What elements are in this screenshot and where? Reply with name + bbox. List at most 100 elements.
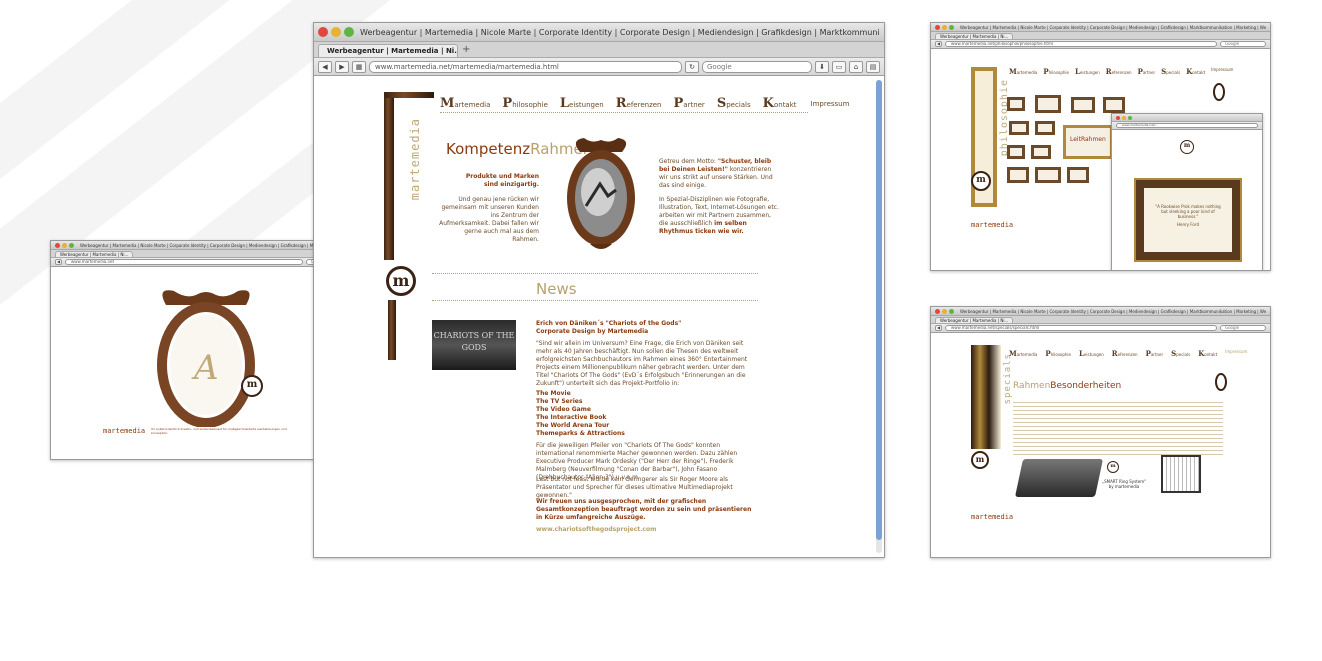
minimize-icon[interactable]	[942, 24, 947, 30]
intro-bold: Produkte und Marken sind einzigartig.	[465, 173, 539, 188]
decorative-frame-bar	[388, 300, 396, 360]
search-field[interactable]: Google	[702, 60, 812, 73]
logo-badge: m	[971, 451, 989, 469]
nav-item-referenzen[interactable]: Referenzen	[1112, 349, 1138, 358]
nav-item-referenzen[interactable]: Referenzen	[1106, 67, 1132, 76]
nav-item-kontakt[interactable]: Kontakt	[763, 96, 797, 111]
browser-tab[interactable]: Werbeagentur | Martemedia | Ni...	[935, 317, 1014, 323]
news-paragraph-4: Wir freuen uns ausgesprochen, mit der gr…	[536, 498, 752, 521]
list-item: The Video Game	[536, 406, 591, 413]
nav-item-kontakt[interactable]: Kontakt	[1186, 67, 1205, 76]
list-item: The Interactive Book	[536, 414, 607, 421]
nav-item-partner[interactable]: Partner	[1138, 67, 1156, 76]
close-icon[interactable]	[1116, 115, 1120, 120]
title-bar: Werbeagentur | Martemedia | Nicole Marte…	[51, 241, 350, 250]
browser-tab[interactable]: Werbeagentur | Martemedia | Ni...	[935, 33, 1014, 39]
decorative-frame-bar	[971, 345, 1001, 449]
home-icon[interactable]: ⌂	[849, 60, 863, 73]
close-icon[interactable]	[55, 242, 60, 248]
tab-bar: Werbeagentur | Martemedia | Ni...	[931, 316, 1270, 324]
page-content: martemedia m Martemedia Philosophie Leis…	[314, 78, 884, 557]
download-icon[interactable]: ⬇	[815, 60, 829, 73]
url-field[interactable]: www.martemedia.net/martemedia/martemedia…	[369, 60, 682, 73]
url-field[interactable]: www.martemedia.net	[65, 259, 303, 265]
nav-item-impressum[interactable]: Impressum	[1211, 67, 1233, 76]
forward-button[interactable]: ▶	[335, 60, 349, 73]
tab-bar: Werbeagentur | Martemedia | Ni...	[51, 250, 350, 258]
bookmarks-icon[interactable]: ▭	[832, 60, 846, 73]
nav-item-specials[interactable]: Specials	[1171, 349, 1190, 358]
popup-navigation-bar: www.martemedia.net/...	[1112, 122, 1262, 130]
close-icon[interactable]	[318, 27, 328, 37]
scrollbar[interactable]	[876, 80, 882, 553]
nav-item-referenzen[interactable]: Referenzen	[616, 96, 662, 111]
back-button[interactable]: ◀	[935, 325, 942, 331]
news-list: The Movie The TV Series The Video Game T…	[536, 390, 756, 438]
nav-item-philosophie[interactable]: Philosophie	[1043, 67, 1069, 76]
menu-icon[interactable]: ▤	[866, 60, 880, 73]
nav-item-impressum[interactable]: Impressum	[811, 96, 850, 111]
nav-item-specials[interactable]: Specials	[1161, 67, 1180, 76]
nav-item-partner[interactable]: Partner	[1146, 349, 1164, 358]
new-tab-icon[interactable]: +	[462, 43, 470, 57]
minimize-icon[interactable]	[331, 27, 341, 37]
logo-badge: m	[241, 375, 263, 397]
popup-url-field[interactable]: www.martemedia.net/...	[1116, 123, 1258, 128]
logo-text: martemedia	[971, 513, 1014, 521]
close-icon[interactable]	[935, 308, 940, 314]
browser-window-main: Werbeagentur | Martemedia | Nicole Marte…	[313, 22, 885, 558]
back-button[interactable]: ◀	[318, 60, 332, 73]
mini-nav: Martemedia Philosophie Leistungen Refere…	[1009, 67, 1233, 76]
navigation-bar: ◀ www.martemedia.net Google	[51, 258, 350, 267]
url-field[interactable]: www.martemedia.net/philosophie/philosoph…	[945, 41, 1217, 47]
zoom-icon[interactable]	[344, 27, 354, 37]
frame-thumbnail	[1009, 121, 1029, 135]
url-field[interactable]: www.martemedia.net/specials/specials.htm…	[945, 325, 1217, 331]
quote-author: Henry Ford	[1176, 222, 1199, 227]
reload-button[interactable]: ↻	[685, 60, 699, 73]
browser-tab[interactable]: Werbeagentur | Martemedia | Ni...	[318, 44, 458, 57]
zoom-icon[interactable]	[949, 308, 954, 314]
title-bar: Werbeagentur | Martemedia | Nicole Marte…	[931, 307, 1270, 316]
product-calendar-image	[1161, 455, 1201, 493]
frame-thumbnail	[1007, 145, 1025, 159]
nav-item-partner[interactable]: Partner	[674, 96, 705, 111]
nav-item-leistungen[interactable]: Leistungen	[1075, 67, 1100, 76]
logo-badge: m	[971, 171, 991, 191]
news-title: Erich von Däniken´s "Chariots of the God…	[536, 320, 682, 335]
zoom-icon[interactable]	[1128, 115, 1132, 120]
news-divider-top	[432, 273, 758, 274]
zoom-icon[interactable]	[949, 24, 954, 30]
nav-item-martemedia[interactable]: Martemedia	[1009, 349, 1037, 358]
nav-item-leistungen[interactable]: Leistungen	[560, 96, 604, 111]
nav-item-martemedia[interactable]: Martemedia	[440, 96, 490, 111]
browser-tab[interactable]: Werbeagentur | Martemedia | Ni...	[55, 251, 134, 257]
nav-item-leistungen[interactable]: Leistungen	[1079, 349, 1104, 358]
news-thumbnail[interactable]: CHARIOTS OF THE GODS	[432, 320, 516, 370]
back-button[interactable]: ◀	[55, 259, 62, 265]
list-item: The TV Series	[536, 398, 583, 405]
search-field[interactable]: Google	[1220, 325, 1266, 331]
nav-item-specials[interactable]: Specials	[717, 96, 751, 111]
browser-window-philosophie: Werbeagentur | Martemedia | Nicole Marte…	[930, 22, 1271, 271]
minimize-icon[interactable]	[62, 242, 67, 248]
frame-thumbnail	[1007, 97, 1025, 111]
nav-item-philosophie[interactable]: Philosophie	[1045, 349, 1071, 358]
nav-item-kontakt[interactable]: Kontakt	[1198, 349, 1217, 358]
nav-item-philosophie[interactable]: Philosophie	[502, 96, 547, 111]
list-item: The Movie	[536, 390, 571, 397]
minimize-icon[interactable]	[1122, 115, 1126, 120]
nav-item-impressum[interactable]: Impressum	[1225, 349, 1247, 358]
text-lines	[1013, 399, 1223, 457]
minimize-icon[interactable]	[942, 308, 947, 314]
search-field[interactable]: Google	[1220, 41, 1266, 47]
zoom-icon[interactable]	[69, 242, 74, 248]
news-link[interactable]: www.chariotsofthegodsproject.com	[536, 526, 756, 534]
frame-thumbnail	[1067, 167, 1089, 183]
back-button[interactable]: ◀	[935, 41, 942, 47]
nav-item-martemedia[interactable]: Martemedia	[1009, 67, 1037, 76]
decorative-frame-bar-top	[384, 92, 434, 98]
scrollbar-thumb[interactable]	[876, 80, 882, 540]
close-icon[interactable]	[935, 24, 940, 30]
popup-title-bar	[1112, 114, 1262, 122]
